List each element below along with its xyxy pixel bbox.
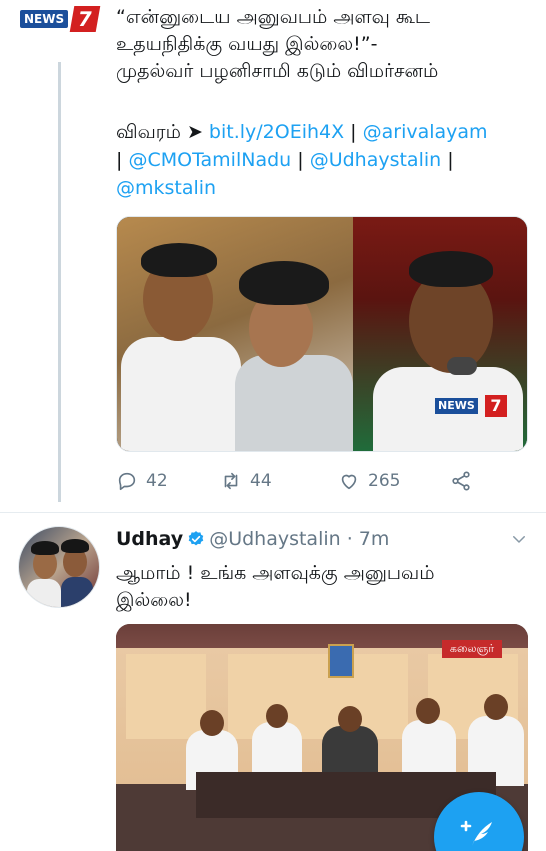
wall-panel	[228, 654, 408, 739]
person-hair	[409, 251, 493, 287]
separator: |	[344, 121, 363, 143]
verified-icon	[188, 531, 204, 546]
tweet-text-line: “என்னுடைய அனுவபம் அளவு கூட	[116, 6, 431, 28]
udhay-avatar[interactable]	[18, 526, 100, 608]
mention-udhaystalin[interactable]: @Udhaystalin	[310, 149, 442, 171]
like-button[interactable]: 265	[338, 466, 400, 496]
tweet-news7[interactable]: NEWS 7 “என்னுடைய அனுவபம் அளவு கூட உதயநித…	[0, 0, 546, 510]
avatar-hair	[31, 541, 59, 555]
tweet-links: விவரம் ➤ bit.ly/2OEih4X | @arivalayam | …	[116, 118, 536, 202]
tweet-text-line: இல்லை!	[116, 589, 192, 611]
tweet-text-line: முதல்வர் பழனிசாமி கடும் விமர்சனம்	[116, 60, 439, 82]
like-count: 265	[368, 471, 401, 491]
like-icon	[341, 474, 357, 490]
share-button[interactable]	[450, 466, 472, 496]
person-hair	[141, 243, 217, 277]
mention-cmotamilnadu[interactable]: @CMOTamilNadu	[128, 149, 291, 171]
tweet2-text: ஆமாம் ! உங்க அளவுக்கு அனுபவம் இல்லை!	[116, 560, 531, 614]
tweet-text-line: உதயநிதிக்கு வயது இல்லை!”-	[116, 33, 378, 55]
tweet-text-line: ஆமாம் ! உங்க அளவுக்கு அனுபவம்	[116, 562, 435, 584]
person-head	[200, 710, 224, 736]
detail-prefix: விவரம் ➤	[116, 121, 209, 143]
wall-portrait	[328, 644, 354, 678]
separator: |	[441, 149, 454, 171]
avatar-shirt	[27, 579, 61, 607]
tweet-divider	[0, 512, 546, 513]
retweet-icon	[224, 472, 238, 490]
retweet-button[interactable]: 44	[220, 466, 272, 496]
person-shirt	[235, 355, 353, 451]
display-name[interactable]: Udhay	[116, 528, 183, 550]
person-head	[484, 694, 508, 720]
share-icon	[452, 471, 470, 491]
news7-logo-number: 7	[69, 6, 101, 32]
person-hair	[239, 261, 329, 305]
tweet-text: “என்னுடைய அனுவபம் அளவு கூட உதயநிதிக்கு வ…	[116, 4, 531, 85]
person-shirt	[121, 337, 241, 451]
tweet2-header: Udhay @Udhaystalin · 7m	[116, 524, 536, 554]
reply-count: 42	[146, 471, 168, 491]
avatar-hair	[61, 539, 89, 553]
tweet-actions: 42 44 265	[116, 466, 496, 496]
compose-tweet-icon	[460, 820, 492, 846]
microphone	[447, 357, 477, 375]
tweet-media-image[interactable]: NEWS 7	[116, 216, 528, 452]
person-head	[416, 698, 440, 724]
news7-avatar[interactable]: NEWS 7	[20, 6, 101, 32]
handle-time: @Udhaystalin · 7m	[209, 528, 390, 550]
mention-mkstalin[interactable]: @mkstalin	[116, 177, 216, 199]
watermark-word: NEWS	[435, 398, 478, 414]
news7-logo-word: NEWS	[20, 10, 69, 28]
channel-logo: கலைஞர்	[442, 640, 502, 658]
person-head	[266, 704, 288, 728]
separator: |	[116, 149, 129, 171]
chevron-down-icon[interactable]	[510, 530, 528, 548]
retweet-count: 44	[250, 471, 272, 491]
reply-icon	[118, 472, 136, 491]
short-link[interactable]: bit.ly/2OEih4X	[209, 121, 344, 143]
photo-left-panel	[117, 217, 353, 451]
watermark-number: 7	[485, 395, 507, 417]
mention-arivalayam[interactable]: @arivalayam	[363, 121, 488, 143]
avatar-shirt	[61, 577, 93, 607]
person-head	[338, 706, 362, 732]
wall-panel	[126, 654, 206, 739]
reply-button[interactable]: 42	[116, 466, 168, 496]
separator: |	[291, 149, 310, 171]
news7-watermark: NEWS 7	[435, 395, 509, 417]
